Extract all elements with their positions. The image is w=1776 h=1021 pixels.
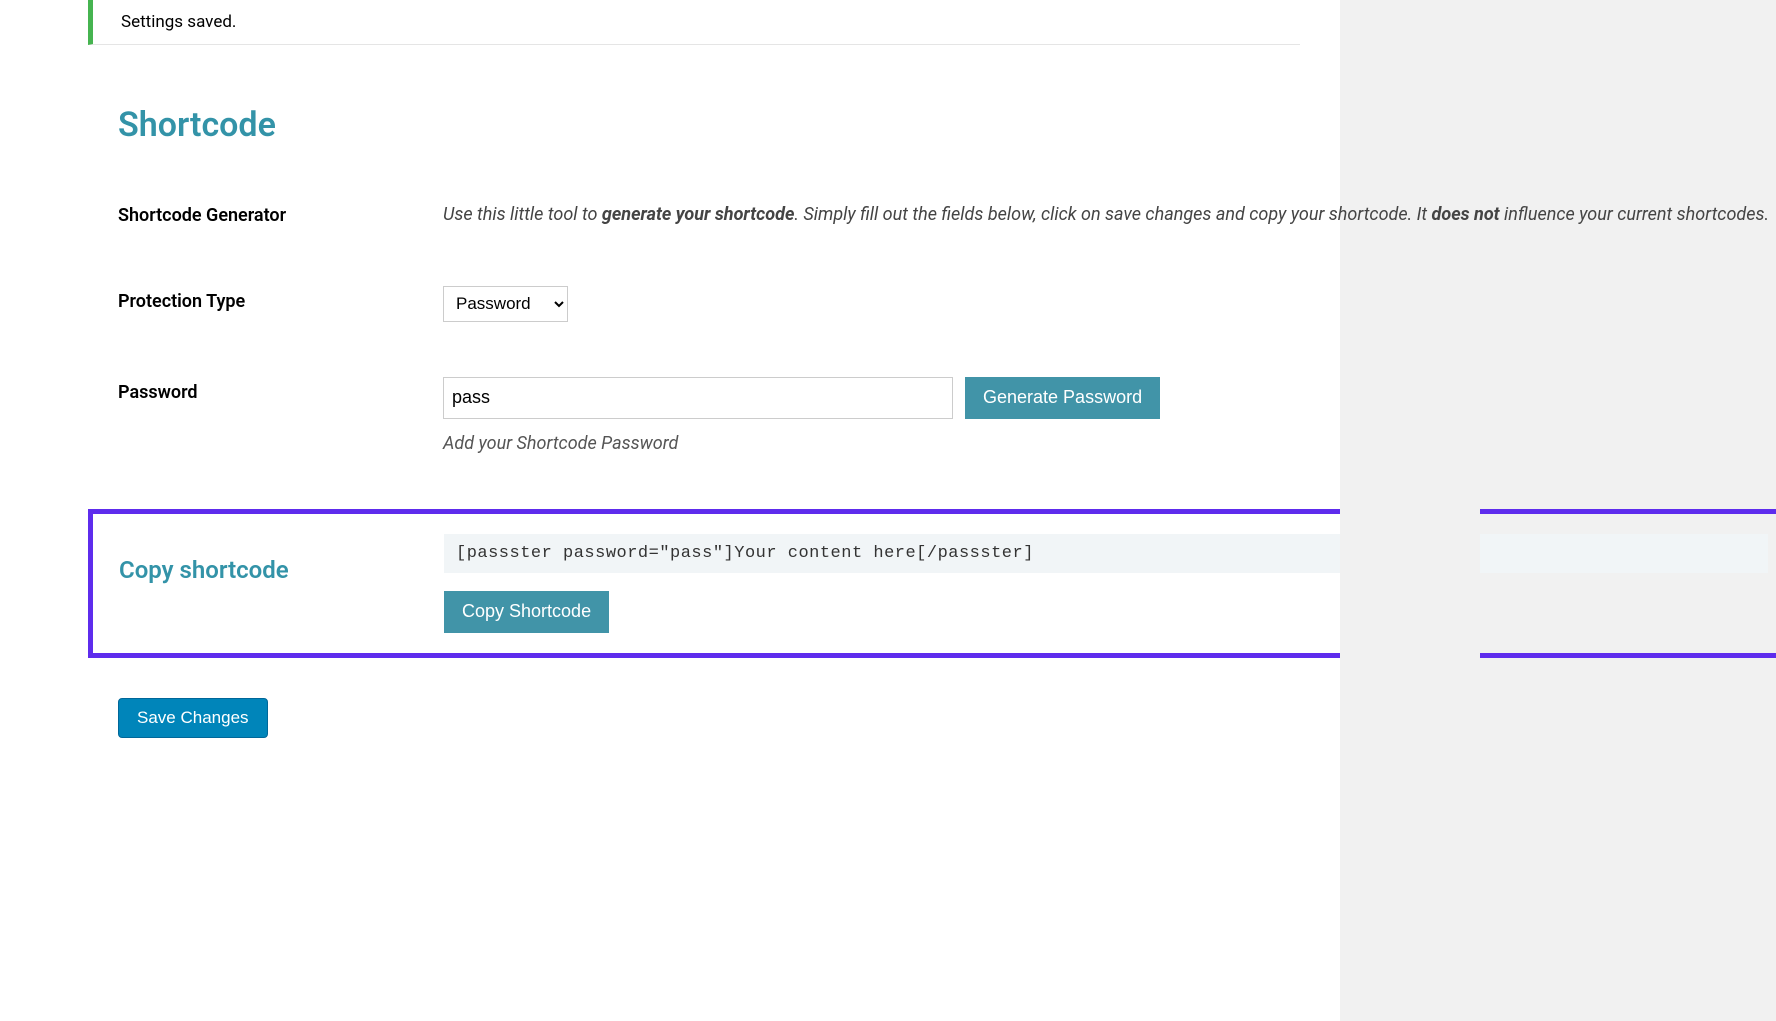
copy-shortcode-button[interactable]: Copy Shortcode [444,591,609,633]
copy-shortcode-label: Copy shortcode [119,534,444,633]
save-changes-button[interactable]: Save Changes [118,698,268,738]
protection-type-label: Protection Type [118,286,443,312]
protection-type-select[interactable]: Password [443,286,568,322]
shortcode-generator-description: Use this little tool to generate your sh… [443,200,1769,231]
password-sub-text: Add your Shortcode Password [443,433,1769,454]
password-label: Password [118,377,443,403]
notice-text: Settings saved. [121,12,236,32]
password-input[interactable] [443,377,953,419]
main-column: Shortcode Shortcode Generator Use this l… [88,105,1776,738]
shortcode-output: [passster password="pass"]Your content h… [444,534,1768,573]
page-title: Shortcode [118,105,1776,145]
shortcode-generator-row: Shortcode Generator Use this little tool… [88,200,1776,231]
settings-saved-notice: Settings saved. [88,0,1300,45]
copy-shortcode-highlight: Copy shortcode [passster password="pass"… [88,509,1776,658]
right-gutter [1340,350,1480,1021]
protection-type-row: Protection Type Password [88,286,1776,322]
shortcode-generator-label: Shortcode Generator [118,200,443,226]
password-row: Password Generate Password Add your Shor… [88,377,1776,454]
generate-password-button[interactable]: Generate Password [965,377,1160,419]
